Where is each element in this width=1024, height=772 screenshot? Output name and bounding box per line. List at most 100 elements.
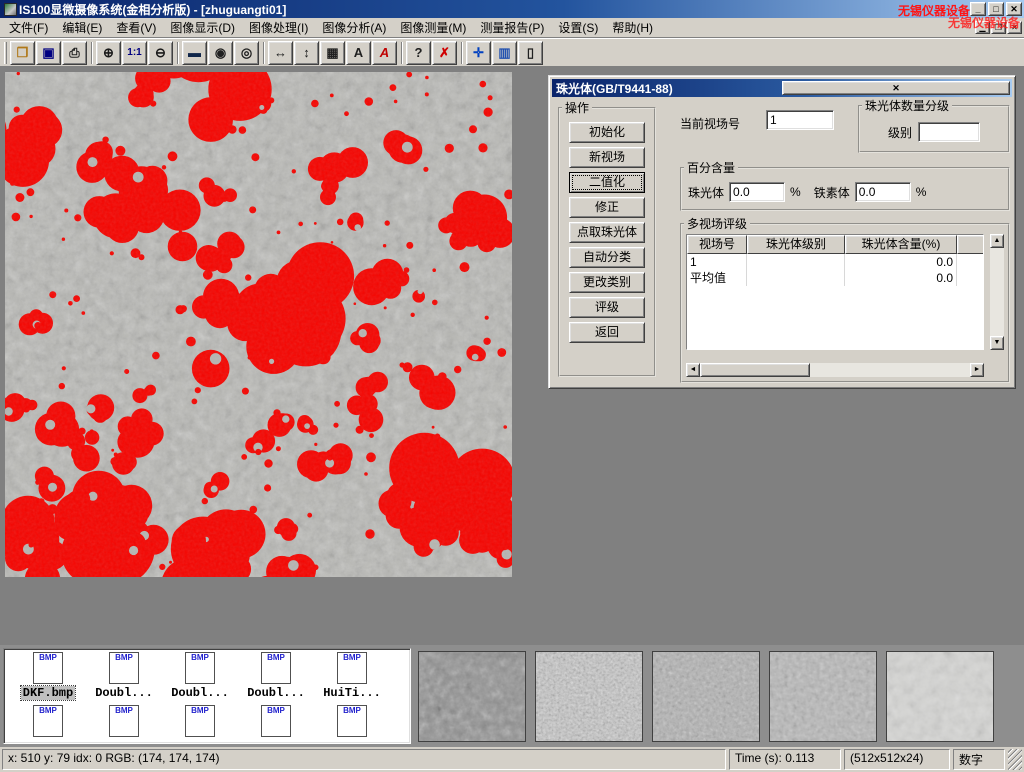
thumbnail-4[interactable] [769,651,877,742]
ferrite-percent-input[interactable] [855,182,911,202]
col-pearlite-grade[interactable]: 珠光体级别 [747,235,845,254]
col-pearlite-content[interactable]: 珠光体含量(%) [845,235,957,254]
table-row[interactable]: 1 0.0 [687,254,983,270]
thumbnail-3[interactable] [652,651,760,742]
menu-view[interactable]: 查看(V) [109,17,163,38]
init-button[interactable]: 初始化 [569,122,645,143]
minimize-icon[interactable]: _ [970,2,986,16]
table-vertical-scrollbar[interactable]: ▲ ▼ [990,234,1004,350]
table-horizontal-scrollbar[interactable]: ◄ ► [686,363,984,377]
cell-pearlite-content: 0.0 [845,270,957,286]
scroll-track[interactable] [990,248,1004,336]
text-style-button[interactable]: A [372,41,397,65]
help-button[interactable]: ? [406,41,431,65]
file-row-partial: BMP BMP BMP BMP BMP [10,705,410,737]
file-item[interactable]: BMP Doubl... [86,652,162,700]
current-field-label: 当前视场号 [680,115,740,132]
mdi-minimize-icon[interactable]: ▁ [975,21,990,34]
binarize-button[interactable]: 二值化 [569,172,645,193]
menu-settings[interactable]: 设置(S) [551,17,605,38]
zoom-out-button[interactable]: ⊖ [148,41,173,65]
text-annotation-button[interactable]: A [346,41,371,65]
file-item[interactable]: BMP DKF.bmp [10,652,86,700]
close-icon[interactable]: ✕ [1006,2,1022,16]
pick-pearlite-button[interactable]: 点取珠光体 [569,222,645,243]
file-name[interactable]: Doubl... [93,686,155,700]
scroll-down-icon[interactable]: ▼ [990,336,1004,350]
file-item[interactable]: BMP [86,705,162,737]
resize-grip[interactable] [1008,749,1022,770]
mdi-restore-icon[interactable]: ❐ [991,21,1006,34]
toolbar-separator [177,42,179,64]
ruler-button[interactable]: ▯ [518,41,543,65]
grid-measure-button[interactable]: ▦ [320,41,345,65]
measure-width-button[interactable]: ↔ [268,41,293,65]
menu-help[interactable]: 帮助(H) [605,17,660,38]
scroll-thumb[interactable] [700,363,810,377]
toolbar-grip[interactable] [4,42,7,64]
save-button[interactable]: ▣ [36,41,61,65]
calibration-button[interactable]: ▥ [492,41,517,65]
dialog-title-bar[interactable]: 珠光体(GB/T9441-88) ✕ [552,79,1012,97]
maximize-icon[interactable]: □ [988,2,1004,16]
scroll-left-icon[interactable]: ◄ [686,363,700,377]
camera-button[interactable]: ◉ [208,41,233,65]
grading-table[interactable]: 视场号 珠光体级别 珠光体含量(%) 铁素 1 0.0 [686,234,984,350]
current-field-input[interactable] [766,110,834,130]
scroll-track[interactable] [810,363,970,377]
col-field-number[interactable]: 视场号 [687,235,747,254]
menu-image-display[interactable]: 图像显示(D) [163,17,242,38]
file-name[interactable]: DKF.bmp [21,686,75,700]
file-name[interactable]: HuiTi... [321,686,383,700]
video-capture-button[interactable]: ▬ [182,41,207,65]
grade-input[interactable] [918,122,980,142]
print-button[interactable]: ⎙ [62,41,87,65]
mdi-close-icon[interactable]: ✕ [1007,21,1022,34]
correct-button[interactable]: 修正 [569,197,645,218]
bmp-icon-label: BMP [338,653,366,662]
thumbnail-2[interactable] [535,651,643,742]
thumbnail-5[interactable] [886,651,994,742]
menu-image-analysis[interactable]: 图像分析(A) [315,17,393,38]
change-class-button[interactable]: 更改类别 [569,272,645,293]
file-item[interactable]: BMP Doubl... [162,652,238,700]
file-name[interactable]: Doubl... [169,686,231,700]
file-name[interactable]: Doubl... [245,686,307,700]
file-list[interactable]: BMP DKF.bmp BMP Doubl... BMP Doubl... BM… [3,648,411,744]
grade-button[interactable]: 评级 [569,297,645,318]
open-button[interactable]: ❐ [10,41,35,65]
bmp-icon-label: BMP [338,706,366,715]
snapshot-button[interactable]: ◎ [234,41,259,65]
scroll-up-icon[interactable]: ▲ [990,234,1004,248]
file-item[interactable]: BMP Doubl... [238,652,314,700]
metallograph-image[interactable] [5,72,512,577]
table-row[interactable]: 平均值 0.0 [687,270,983,286]
dialog-close-icon[interactable]: ✕ [782,81,1010,95]
delete-annotation-button[interactable]: ✗ [432,41,457,65]
color-picker-button[interactable]: ✛ [466,41,491,65]
file-item[interactable]: BMP [10,705,86,737]
measure-height-button[interactable]: ↕ [294,41,319,65]
bmp-file-icon: BMP [109,652,139,684]
actual-size-button[interactable]: 1:1 [122,41,147,65]
menu-file[interactable]: 文件(F) [2,17,55,38]
file-item[interactable]: BMP [314,705,390,737]
auto-classify-button[interactable]: 自动分类 [569,247,645,268]
bmp-file-icon: BMP [185,652,215,684]
file-item[interactable]: BMP [238,705,314,737]
col-ferrite[interactable]: 铁素 [957,235,984,254]
zoom-in-button[interactable]: ⊕ [96,41,121,65]
file-item[interactable]: BMP HuiTi... [314,652,390,700]
thumbnail-1[interactable] [418,651,526,742]
menu-edit[interactable]: 编辑(E) [55,17,109,38]
mdi-window-controls: ▁ ❐ ✕ [974,21,1024,34]
menu-report[interactable]: 测量报告(P) [473,17,551,38]
percent-content-group-label: 百分含量 [684,159,738,176]
new-field-button[interactable]: 新视场 [569,147,645,168]
menu-image-measure[interactable]: 图像测量(M) [393,17,473,38]
pearlite-percent-input[interactable] [729,182,785,202]
return-button[interactable]: 返回 [569,322,645,343]
file-item[interactable]: BMP [162,705,238,737]
scroll-right-icon[interactable]: ► [970,363,984,377]
menu-image-process[interactable]: 图像处理(I) [242,17,315,38]
